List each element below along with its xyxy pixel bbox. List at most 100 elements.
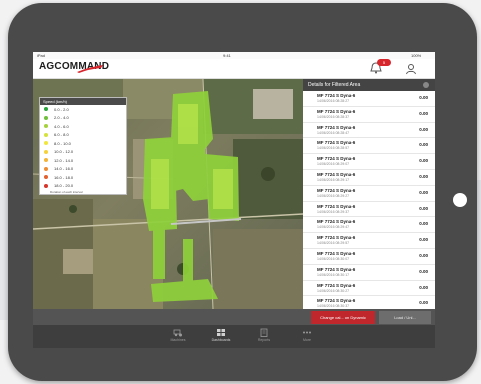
legend-row: 16.0 - 18.0 <box>40 173 126 182</box>
tab-label: Machines <box>170 338 186 342</box>
legend-swatch <box>44 115 48 120</box>
row-timestamp: 14/06/2016 08:30:17 <box>317 272 350 277</box>
legend-swatch <box>44 158 48 163</box>
row-title: MF 7724 S Dyna-6 <box>317 171 356 177</box>
user-profile-icon[interactable] <box>405 63 417 75</box>
row-value: 0.00 <box>419 95 428 100</box>
row-title: MF 7724 S Dyna-6 <box>317 140 356 146</box>
speed-legend: Speed (km/h) 0.0 - 2.0 2.0 - 4.0 4.0 - 6.0… <box>39 97 127 195</box>
legend-label: 14.0 - 16.0 <box>54 166 74 172</box>
legend-row: 4.0 - 6.0 <box>40 122 126 131</box>
detail-row[interactable]: MF 7724 S Dyna-6 14/06/2016 08:29:57 0.00 <box>303 233 435 249</box>
row-timestamp: 14/06/2016 08:29:17 <box>317 177 350 182</box>
row-timestamp: 14/06/2016 08:28:47 <box>317 130 350 135</box>
row-timestamp: 14/06/2016 08:29:57 <box>317 241 350 246</box>
row-title: MF 7724 S Dyna-6 <box>317 250 356 256</box>
row-value: 0.00 <box>419 110 428 116</box>
row-title: MF 7724 S Dyna-6 <box>317 108 356 114</box>
row-title: MF 7724 S Dyna-6 <box>317 235 356 241</box>
detail-row[interactable]: MF 7724 S Dyna-6 14/06/2016 08:29:27 0.00 <box>303 186 435 202</box>
legend-label: 4.0 - 6.0 <box>54 123 69 129</box>
tab-machines[interactable]: Machines <box>158 325 198 348</box>
legend-row: 8.0 - 10.0 <box>40 139 126 148</box>
detail-row[interactable]: MF 7724 S Dyna-6 14/06/2016 08:29:47 0.00 <box>303 217 435 234</box>
legend-label: 6.0 - 8.0 <box>54 132 69 138</box>
clock-text: 9:41 <box>223 53 231 58</box>
row-value: 0.00 <box>419 126 428 132</box>
detail-row[interactable]: MF 7724 S Dyna-6 14/06/2016 08:30:07 0.00 <box>303 249 435 265</box>
tab-label: More <box>303 338 311 342</box>
change-calibration-button[interactable]: Change cal... on Dynamic <box>311 311 375 324</box>
detail-row[interactable]: MF 7724 S Dyna-6 14/06/2016 08:30:37 0.00 <box>303 296 435 309</box>
home-button[interactable] <box>453 193 467 207</box>
legend-label: 10.0 - 12.0 <box>54 149 74 155</box>
legend-label: 2.0 - 4.0 <box>54 115 69 121</box>
legend-swatch <box>44 124 48 129</box>
legend-label: 12.0 - 14.0 <box>54 157 74 163</box>
detail-row[interactable]: MF 7724 S Dyna-6 14/06/2016 08:28:37 0.00 <box>303 107 435 123</box>
detail-row[interactable]: MF 7724 S Dyna-6 14/06/2016 08:29:37 0.00 <box>303 202 435 218</box>
legend-title: Speed (km/h) <box>40 98 126 105</box>
detail-row[interactable]: MF 7724 S Dyna-6 14/06/2016 08:30:17 0.00 <box>303 265 435 281</box>
battery-text: 100% <box>411 53 422 58</box>
legend-footer: Duration of each interval <box>50 190 83 194</box>
legend-swatch <box>44 166 48 171</box>
row-timestamp: 14/06/2016 08:30:27 <box>317 288 350 293</box>
legend-swatch <box>44 149 48 154</box>
app-screen: iPad 9:41 100% AGCOMMAND 5 Speed (km/h) … <box>33 52 435 348</box>
reports-icon <box>260 328 268 337</box>
legend-swatch <box>44 141 48 146</box>
row-title: MF 7724 S Dyna-6 <box>317 219 356 225</box>
row-title: MF 7724 S Dyna-6 <box>317 282 356 288</box>
row-timestamp: 14/06/2016 08:29:27 <box>317 193 350 198</box>
row-value: 0.00 <box>419 268 428 274</box>
row-title: MF 7724 S Dyna-6 <box>317 93 356 98</box>
row-title: MF 7724 S Dyna-6 <box>317 203 356 209</box>
carrier-text: iPad <box>37 53 46 58</box>
detail-row[interactable]: MF 7724 S Dyna-6 14/06/2016 08:29:07 0.00 <box>303 154 435 170</box>
legend-row: 14.0 - 16.0 <box>40 165 126 174</box>
legend-label: 16.0 - 18.0 <box>54 174 74 180</box>
panel-title: Details for Filtered Area <box>308 82 361 88</box>
tab-dashboards[interactable]: Dashboards <box>201 325 241 348</box>
tab-more[interactable]: More <box>287 325 327 348</box>
row-timestamp: 14/06/2016 08:29:07 <box>317 162 350 167</box>
row-title: MF 7724 S Dyna-6 <box>317 187 356 193</box>
logo-swoosh-icon <box>77 65 103 73</box>
detail-row[interactable]: MF 7724 S Dyna-6 14/06/2016 08:28:47 0.00 <box>303 123 435 139</box>
row-timestamp: 14/06/2016 08:28:57 <box>317 146 350 151</box>
close-icon[interactable] <box>423 82 429 88</box>
detail-row[interactable]: MF 7724 S Dyna-6 14/06/2016 08:28:27 0.00 <box>303 91 435 107</box>
notification-badge: 5 <box>377 59 391 66</box>
tab-label: Reports <box>257 338 271 342</box>
tab-reports[interactable]: Reports <box>244 325 284 348</box>
legend-swatch <box>44 183 48 188</box>
row-timestamp: 14/06/2016 08:28:37 <box>317 114 350 119</box>
tab-label: Dashboards <box>211 338 231 342</box>
legend-label: 0.0 - 2.0 <box>54 106 69 112</box>
row-title: MF 7724 S Dyna-6 <box>317 298 356 304</box>
legend-row: 18.0 - 20.0 <box>40 182 126 191</box>
legend-row: 10.0 - 12.0 <box>40 148 126 157</box>
row-timestamp: 14/06/2016 08:29:47 <box>317 225 350 230</box>
row-value: 0.00 <box>419 252 428 258</box>
legend-row: 2.0 - 4.0 <box>40 114 126 123</box>
panel-header: Details for Filtered Area <box>303 79 435 91</box>
legend-row: 0.0 - 2.0 <box>40 105 126 114</box>
row-value: 0.00 <box>419 173 428 179</box>
row-timestamp: 14/06/2016 08:30:07 <box>317 256 350 261</box>
row-value: 0.00 <box>419 142 428 148</box>
detail-row[interactable]: MF 7724 S Dyna-6 14/06/2016 08:29:17 0.00 <box>303 170 435 186</box>
detail-row[interactable]: MF 7724 S Dyna-6 14/06/2016 08:30:27 0.00 <box>303 281 435 297</box>
row-value: 0.00 <box>419 221 428 227</box>
row-title: MF 7724 S Dyna-6 <box>317 156 356 162</box>
detail-row[interactable]: MF 7724 S Dyna-6 14/06/2016 08:28:57 0.00 <box>303 138 435 155</box>
row-value: 0.00 <box>419 237 428 243</box>
row-title: MF 7724 S Dyna-6 <box>317 124 356 130</box>
legend-swatch <box>44 107 48 112</box>
row-value: 0.00 <box>419 284 428 290</box>
row-timestamp: 14/06/2016 08:28:27 <box>317 99 350 103</box>
row-value: 0.00 <box>419 158 428 164</box>
row-value: 0.00 <box>419 205 428 211</box>
load-unload-button[interactable]: Load / Unl... <box>379 311 431 324</box>
